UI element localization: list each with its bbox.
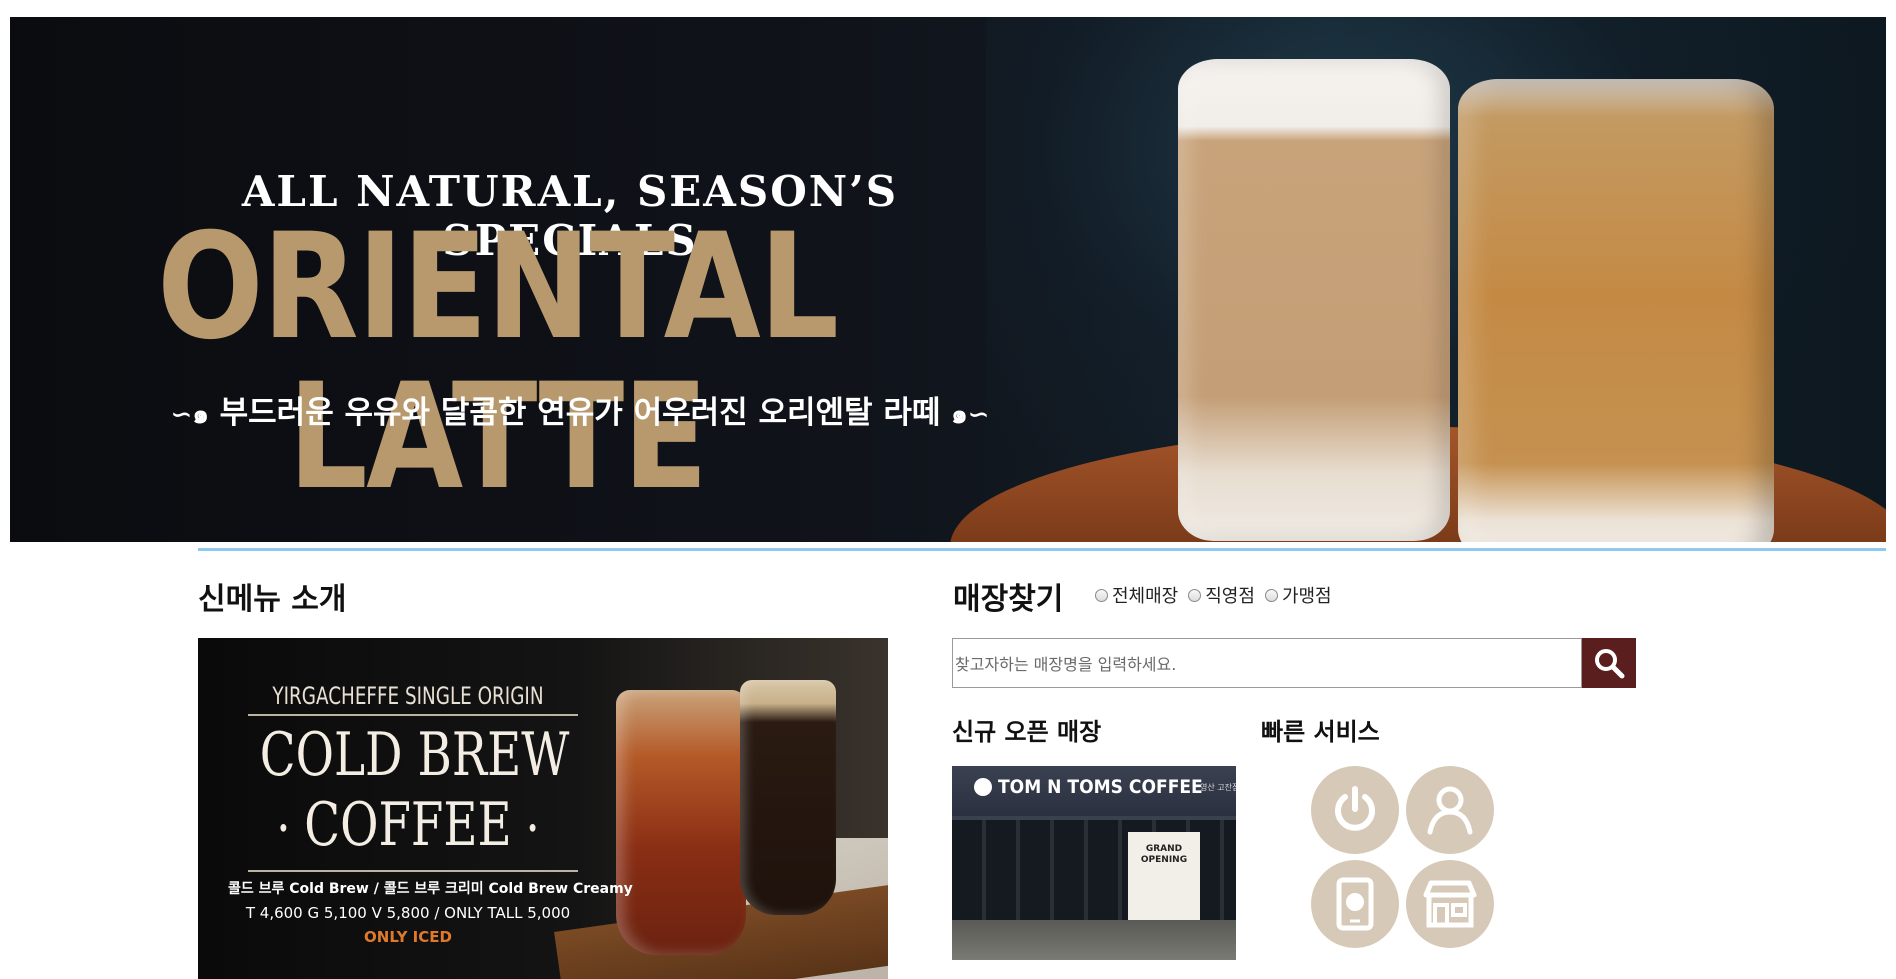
filter-franchise-stores[interactable]: 가맹점 <box>1264 582 1332 608</box>
new-menu-card[interactable]: YIRGACHEFFE SINGLE ORIGIN COLD BREW • CO… <box>198 638 888 979</box>
dot-icon: • <box>526 814 539 845</box>
quick-service-mobile[interactable] <box>1311 860 1399 948</box>
filter-all-stores[interactable]: 전체매장 <box>1095 582 1178 608</box>
quick-service-power[interactable] <box>1311 766 1399 854</box>
menu-origin: YIRGACHEFFE SINGLE ORIGIN <box>272 682 544 710</box>
menu-prices: T 4,600 G 5,100 V 5,800 / ONLY TALL 5,00… <box>245 904 571 922</box>
new-store-photo[interactable]: TOM N TOMS COFFEE 영산 고잔점 GRAND OPENING <box>952 766 1236 960</box>
store-icon <box>1423 880 1477 928</box>
quick-service-heading: 빠른 서비스 <box>1261 718 1380 746</box>
hot-latte-glass-image <box>1178 59 1450 541</box>
filter-label: 전체매장 <box>1112 586 1179 607</box>
iced-latte-glass-image <box>1458 79 1774 542</box>
sidewalk <box>952 920 1236 960</box>
store-search-button[interactable] <box>1582 638 1636 688</box>
opening-poster-text: GRAND OPENING <box>1140 844 1188 865</box>
user-icon <box>1427 786 1473 835</box>
ornament-left-icon: ∽๑ <box>170 400 209 430</box>
menu-note: ONLY ICED <box>364 928 452 946</box>
search-icon <box>1595 649 1625 679</box>
menu-title-line2-text: COFFEE <box>304 790 512 860</box>
store-branch-text: 영산 고잔점 <box>1200 783 1236 792</box>
filter-direct-stores[interactable]: 직영점 <box>1188 582 1255 608</box>
hero-banner[interactable]: ALL NATURAL, SEASON’S SPECIALS ORIENTAL … <box>10 17 1886 542</box>
filter-label: 직영점 <box>1205 586 1255 607</box>
filter-label: 가맹점 <box>1281 586 1332 607</box>
store-filter-group: 전체매장 직영점 가맹점 <box>1095 582 1332 608</box>
radio-button[interactable] <box>1188 588 1202 602</box>
power-icon <box>1335 786 1375 831</box>
new-store-heading: 신규 오픈 매장 <box>952 718 1102 746</box>
radio-button[interactable] <box>1264 588 1278 602</box>
quick-service-store[interactable] <box>1406 860 1494 948</box>
banner-tagline: 부드러운 우유와 달콤한 연유가 어우러진 오리엔탈 라떼 <box>219 395 941 431</box>
banner-tagline-row: ∽๑ 부드러운 우유와 달콤한 연유가 어우러진 오리엔탈 라떼 ๑∽ <box>75 387 1085 435</box>
new-menu-heading: 신메뉴 소개 <box>198 582 347 617</box>
menu-names: 콜드 브루 Cold Brew / 콜드 브루 크리미 Cold Brew Cr… <box>228 881 633 897</box>
menu-title-line1: COLD BREW <box>259 720 570 790</box>
section-divider <box>198 548 1886 551</box>
store-search-input[interactable] <box>955 641 1577 687</box>
ornament-right-icon: ๑∽ <box>951 400 990 430</box>
store-sign-text: TOM N TOMS COFFEE <box>998 776 1203 798</box>
cold-brew-glass-image <box>616 690 746 955</box>
radio-button[interactable] <box>1095 588 1108 602</box>
brand-logo-icon <box>974 778 992 796</box>
menu-rule-bottom <box>248 870 578 872</box>
dot-icon: • <box>277 814 290 845</box>
cold-brew-creamy-glass-image <box>740 680 836 915</box>
menu-rule-top <box>248 714 578 716</box>
mobile-globe-icon <box>1336 877 1374 931</box>
quick-service-member[interactable] <box>1406 766 1494 854</box>
store-finder-heading: 매장찾기 <box>953 582 1064 617</box>
banner-title: ORIENTAL LATTE <box>157 202 839 522</box>
store-search-box <box>952 638 1582 688</box>
menu-title-line2: • COFFEE • <box>260 790 556 864</box>
